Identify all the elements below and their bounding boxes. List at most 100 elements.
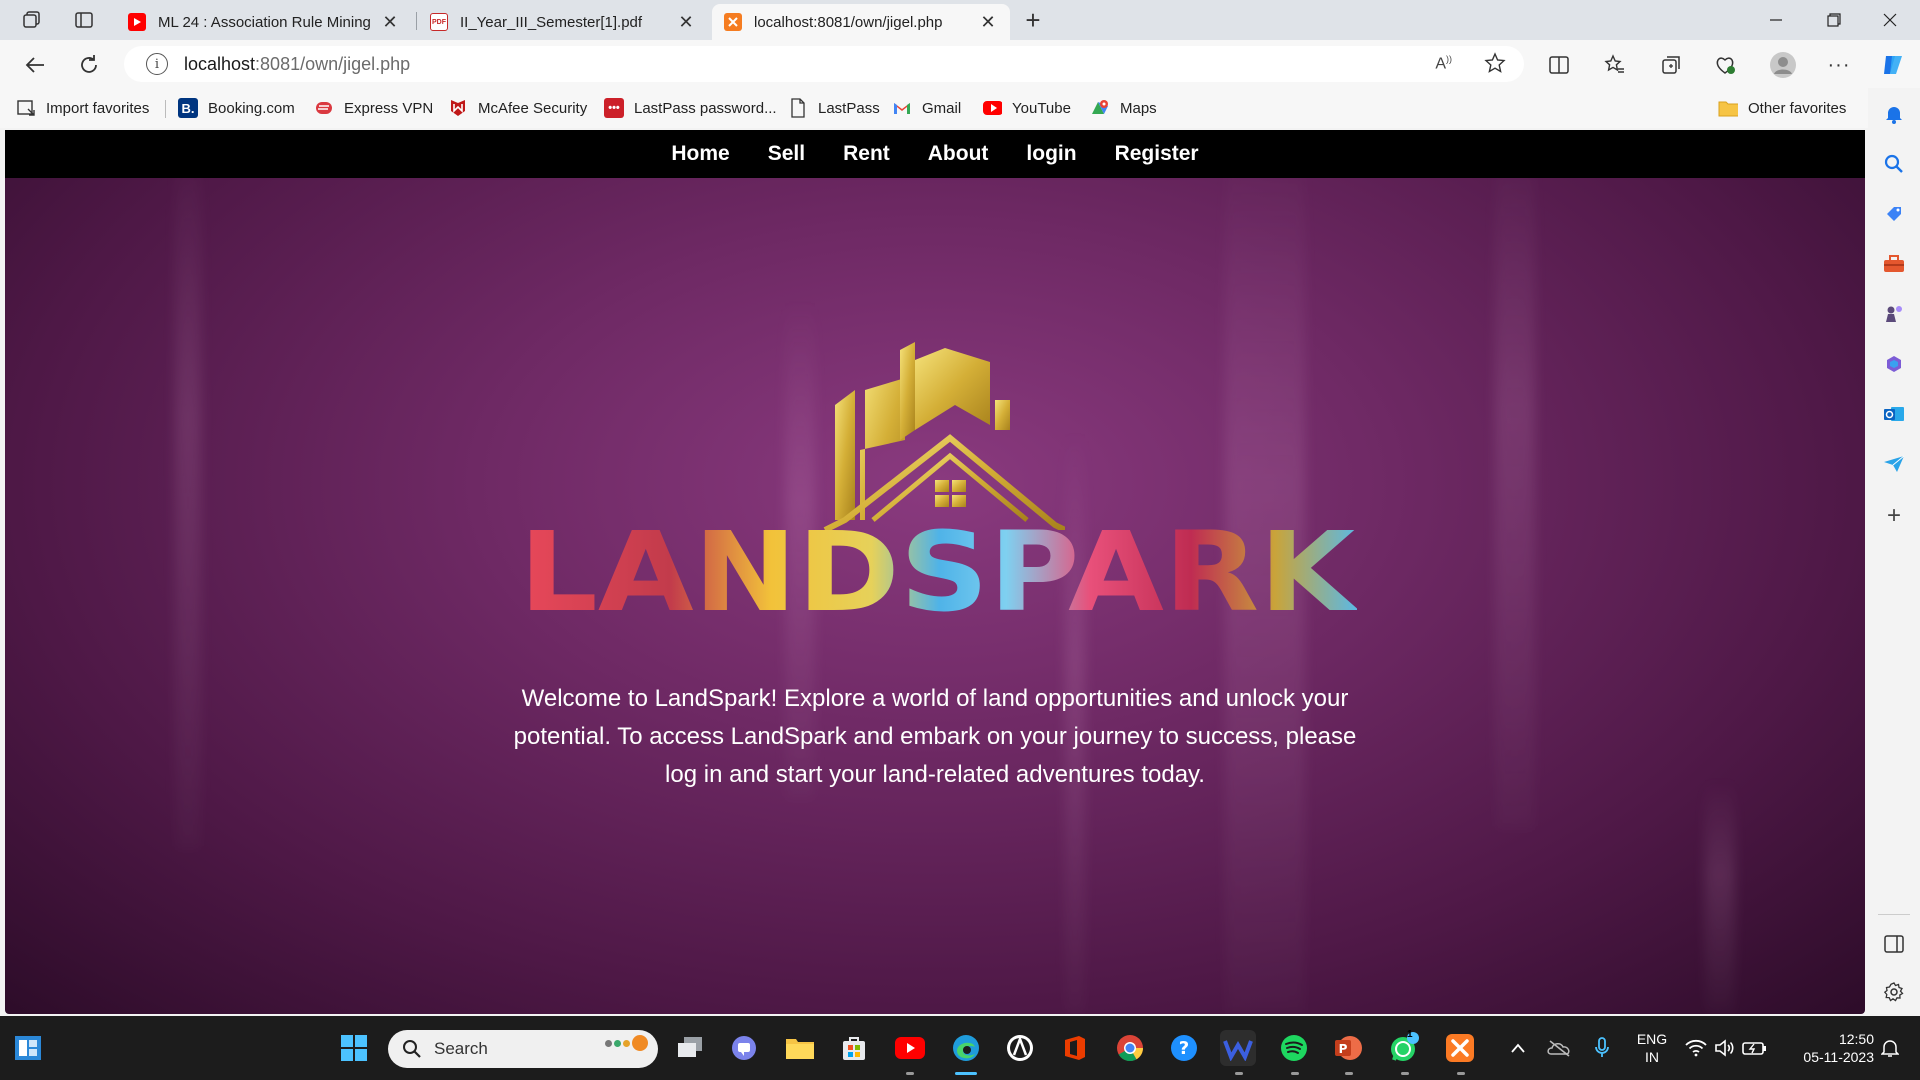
office-icon[interactable] [1056, 1030, 1092, 1066]
close-icon[interactable]: ✕ [978, 12, 998, 33]
favorite-import[interactable]: Import favorites [16, 96, 149, 120]
tab-localhost[interactable]: localhost:8081/own/jigel.php ✕ [712, 4, 1010, 40]
github-app-icon[interactable] [1002, 1030, 1038, 1066]
page-icon [788, 98, 808, 118]
nav-about[interactable]: About [909, 142, 1008, 166]
microphone-icon[interactable] [1590, 1030, 1614, 1066]
notifications-icon[interactable] [1882, 102, 1906, 126]
help-icon[interactable]: ? [1166, 1030, 1202, 1066]
notification-bell-icon[interactable] [1876, 1030, 1904, 1066]
building-logo-icon [823, 342, 1065, 530]
mcafee-icon [448, 98, 468, 118]
nav-sell[interactable]: Sell [749, 142, 824, 166]
whatsapp-badge: 1 [1407, 1029, 1413, 1040]
tools-icon[interactable] [1882, 252, 1906, 276]
taskbar-search[interactable]: Search [388, 1030, 658, 1068]
address-bar[interactable]: i localhost:8081/own/jigel.php A)) [124, 46, 1524, 82]
favorite-booking[interactable]: B. Booking.com [178, 96, 295, 120]
refresh-icon[interactable] [74, 50, 104, 80]
tab-actions-icon[interactable] [70, 8, 98, 32]
nav-rent[interactable]: Rent [824, 142, 909, 166]
microsoft-store-icon[interactable] [836, 1030, 872, 1066]
clock[interactable]: 12:50 05-11-2023 [1780, 1030, 1874, 1066]
favorite-star-icon[interactable] [1484, 52, 1506, 79]
copilot-icon[interactable] [1878, 50, 1908, 80]
send-icon[interactable] [1882, 452, 1906, 476]
address-toolbar: i localhost:8081/own/jigel.php A)) ··· [0, 40, 1920, 88]
chrome-icon[interactable] [1112, 1030, 1148, 1066]
restore-icon[interactable] [1814, 6, 1854, 34]
tab-strip: ML 24 : Association Rule Mining ✕ PDF II… [0, 0, 1920, 40]
file-explorer-icon[interactable] [782, 1030, 818, 1066]
onedrive-offline-icon[interactable] [1546, 1030, 1574, 1066]
edge-browser-icon[interactable] [948, 1030, 984, 1066]
battery-icon[interactable] [1740, 1030, 1770, 1066]
favorite-mcafee[interactable]: McAfee Security [448, 96, 587, 120]
outlook-icon[interactable] [1882, 402, 1906, 426]
close-icon[interactable]: ✕ [676, 12, 696, 33]
windows-start-icon[interactable] [336, 1030, 372, 1066]
close-icon[interactable]: ✕ [380, 12, 400, 33]
close-window-icon[interactable] [1870, 6, 1910, 34]
wifi-icon[interactable] [1682, 1030, 1710, 1066]
widgets-icon[interactable] [10, 1030, 46, 1066]
pdf-icon: PDF [430, 13, 448, 31]
microsoft365-icon[interactable] [1882, 352, 1906, 376]
favorite-lastpass[interactable]: LastPass [788, 96, 880, 120]
browser-essentials-icon[interactable] [1710, 50, 1740, 80]
favorite-expressvpn[interactable]: Express VPN [314, 96, 433, 120]
svg-text:LANDSPARK: LANDSPARK [519, 520, 1357, 620]
nav-login[interactable]: login [1007, 142, 1095, 166]
favorite-lastpass-password[interactable]: ••• LastPass password... [604, 96, 777, 120]
site-info-icon[interactable]: i [146, 53, 168, 75]
xampp-icon [724, 13, 742, 31]
read-aloud-icon[interactable]: A)) [1435, 54, 1452, 73]
edge-sidebar: + [1868, 88, 1920, 1016]
spotify-icon[interactable] [1276, 1030, 1312, 1066]
teams-chat-icon[interactable] [726, 1030, 762, 1066]
windows-taskbar: Search ? P 1 ENG IN 12:50 05-11-2023 [0, 1016, 1920, 1080]
maps-icon [1090, 98, 1110, 118]
tab-pdf[interactable]: PDF II_Year_III_Semester[1].pdf ✕ [418, 4, 708, 40]
favorite-gmail[interactable]: Gmail [892, 96, 961, 120]
webex-icon[interactable] [1220, 1030, 1256, 1066]
expressvpn-icon [314, 98, 334, 118]
import-icon [16, 98, 36, 118]
add-icon[interactable]: + [1882, 502, 1906, 529]
nav-home[interactable]: Home [652, 142, 748, 166]
welcome-text: Welcome to LandSpark! Explore a world of… [513, 685, 1357, 788]
nav-register[interactable]: Register [1096, 142, 1218, 166]
settings-gear-icon[interactable] [1882, 980, 1906, 1004]
search-icon[interactable] [1882, 152, 1906, 176]
favorite-maps[interactable]: Maps [1090, 96, 1157, 120]
collections-icon[interactable] [1656, 50, 1686, 80]
shopping-icon[interactable] [1882, 202, 1906, 226]
input-language[interactable]: ENG IN [1630, 1030, 1674, 1066]
favorite-youtube[interactable]: YouTube [982, 96, 1071, 120]
powerpoint-icon[interactable]: P [1330, 1030, 1366, 1066]
svg-text:P: P [1339, 1042, 1348, 1056]
volume-icon[interactable] [1712, 1030, 1738, 1066]
favorites-bar: Import favorites B. Booking.com Express … [0, 88, 1885, 128]
workspaces-icon[interactable] [18, 8, 46, 32]
sidebar-toggle-icon[interactable] [1882, 932, 1906, 956]
task-view-icon[interactable] [672, 1030, 708, 1066]
profile-avatar-icon[interactable] [1768, 50, 1798, 80]
minimize-icon[interactable] [1756, 6, 1796, 34]
xampp-app-icon[interactable] [1442, 1030, 1478, 1066]
other-favorites-folder[interactable]: Other favorites [1718, 96, 1846, 120]
url-text[interactable]: localhost:8081/own/jigel.php [184, 54, 410, 75]
more-options-icon[interactable]: ··· [1824, 50, 1854, 80]
split-screen-icon[interactable] [1544, 50, 1574, 80]
new-tab-button[interactable]: + [1018, 6, 1048, 36]
back-icon[interactable] [20, 50, 50, 80]
tray-overflow-icon[interactable] [1506, 1030, 1530, 1066]
youtube-app-icon[interactable] [892, 1030, 928, 1066]
svg-text:?: ? [1179, 1038, 1189, 1059]
tab-youtube[interactable]: ML 24 : Association Rule Mining ✕ [116, 4, 412, 40]
lastpass-icon: ••• [604, 98, 624, 118]
favorites-icon[interactable] [1600, 50, 1630, 80]
tab-label: localhost:8081/own/jigel.php [754, 13, 943, 31]
games-icon[interactable] [1882, 302, 1906, 326]
whatsapp-icon[interactable]: 1 [1386, 1029, 1422, 1066]
